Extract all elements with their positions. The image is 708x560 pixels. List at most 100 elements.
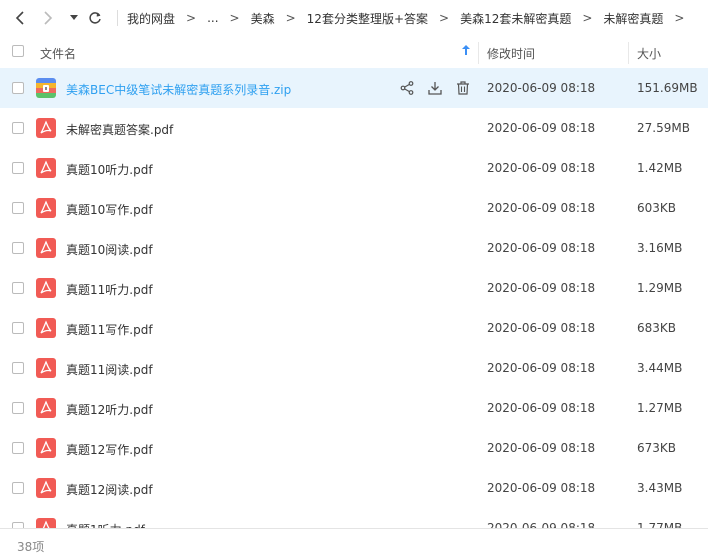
- file-name[interactable]: 美森BEC中级笔试未解密真题系列录音.zip: [66, 81, 291, 98]
- row-checkbox[interactable]: [12, 362, 24, 374]
- file-name[interactable]: 真题12听力.pdf: [66, 401, 153, 418]
- share-icon[interactable]: [398, 79, 416, 97]
- file-modified-date: 2020-06-09 08:18: [487, 201, 596, 215]
- file-modified-date: 2020-06-09 08:18: [487, 121, 596, 135]
- file-name[interactable]: 真题11写作.pdf: [66, 321, 153, 338]
- column-header-modified[interactable]: 修改时间: [487, 45, 535, 62]
- breadcrumb-item[interactable]: 我的网盘: [127, 10, 175, 27]
- item-count: 38项: [17, 540, 45, 554]
- pdf-file-icon: [36, 478, 56, 498]
- pdf-file-icon: [36, 398, 56, 418]
- file-size: 673KB: [637, 441, 677, 455]
- file-name[interactable]: 真题11听力.pdf: [66, 281, 153, 298]
- row-actions: [398, 79, 482, 97]
- file-size: 603KB: [637, 201, 677, 215]
- file-name[interactable]: 真题10写作.pdf: [66, 201, 153, 218]
- file-row[interactable]: 美森BEC中级笔试未解密真题系列录音.zip 2020-06-09 08:18 …: [0, 68, 708, 108]
- file-modified-date: 2020-06-09 08:18: [487, 241, 596, 255]
- file-modified-date: 2020-06-09 08:18: [487, 401, 596, 415]
- file-name[interactable]: 真题10听力.pdf: [66, 161, 153, 178]
- row-checkbox[interactable]: [12, 282, 24, 294]
- pdf-file-icon: [36, 358, 56, 378]
- file-list: 美森BEC中级笔试未解密真题系列录音.zip 2020-06-09 08:18 …: [0, 68, 708, 528]
- column-header-name[interactable]: 文件名: [40, 45, 76, 62]
- chevron-right-icon[interactable]: >: [674, 11, 684, 25]
- chevron-right-icon: >: [439, 11, 450, 25]
- breadcrumb: 我的网盘 > ... > 美森 > 12套分类整理版+答案 > 美森12套未解密…: [117, 0, 695, 36]
- file-size: 1.27MB: [637, 401, 683, 415]
- chevron-right-icon: >: [582, 11, 593, 25]
- forward-icon[interactable]: [40, 8, 56, 28]
- file-size: 151.69MB: [637, 81, 698, 95]
- file-modified-date: 2020-06-09 08:18: [487, 441, 596, 455]
- breadcrumb-item[interactable]: 12套分类整理版+答案: [307, 10, 428, 27]
- chevron-right-icon: >: [285, 11, 296, 25]
- column-divider: [478, 42, 479, 64]
- file-size: 1.42MB: [637, 161, 683, 175]
- breadcrumb-item[interactable]: 美森12套未解密真题: [460, 10, 571, 27]
- row-checkbox[interactable]: [12, 322, 24, 334]
- row-checkbox[interactable]: [12, 122, 24, 134]
- refresh-icon[interactable]: [86, 8, 104, 28]
- pdf-file-icon: [36, 198, 56, 218]
- file-list-header: 文件名 修改时间 大小: [0, 36, 708, 68]
- pdf-file-icon: [36, 438, 56, 458]
- file-size: 3.43MB: [637, 481, 683, 495]
- delete-icon[interactable]: [454, 79, 472, 97]
- file-row[interactable]: 真题1听力.pdf 2020-06-09 08:18 1.77MB: [0, 508, 708, 528]
- pdf-file-icon: [36, 118, 56, 138]
- file-row[interactable]: 真题10听力.pdf 2020-06-09 08:18 1.42MB: [0, 148, 708, 188]
- file-row[interactable]: 真题12写作.pdf 2020-06-09 08:18 673KB: [0, 428, 708, 468]
- pdf-file-icon: [36, 238, 56, 258]
- pdf-file-icon: [36, 518, 56, 528]
- row-checkbox[interactable]: [12, 482, 24, 494]
- pdf-file-icon: [36, 278, 56, 298]
- row-checkbox[interactable]: [12, 442, 24, 454]
- navigation-bar: 我的网盘 > ... > 美森 > 12套分类整理版+答案 > 美森12套未解密…: [0, 0, 708, 36]
- row-checkbox[interactable]: [12, 402, 24, 414]
- file-modified-date: 2020-06-09 08:18: [487, 321, 596, 335]
- file-modified-date: 2020-06-09 08:18: [487, 481, 596, 495]
- history-dropdown-icon[interactable]: [67, 8, 81, 28]
- pdf-file-icon: [36, 158, 56, 178]
- download-icon[interactable]: [426, 79, 444, 97]
- file-row[interactable]: 真题12听力.pdf 2020-06-09 08:18 1.27MB: [0, 388, 708, 428]
- file-name[interactable]: 真题12阅读.pdf: [66, 481, 153, 498]
- select-all-checkbox[interactable]: [12, 45, 24, 57]
- column-header-size[interactable]: 大小: [637, 45, 661, 62]
- file-size: 3.16MB: [637, 241, 683, 255]
- row-checkbox[interactable]: [12, 82, 24, 94]
- row-checkbox[interactable]: [12, 202, 24, 214]
- file-modified-date: 2020-06-09 08:18: [487, 81, 596, 95]
- file-modified-date: 2020-06-09 08:18: [487, 281, 596, 295]
- breadcrumb-item[interactable]: 未解密真题: [603, 10, 663, 27]
- file-name[interactable]: 真题11阅读.pdf: [66, 361, 153, 378]
- column-divider: [628, 42, 629, 64]
- file-name[interactable]: 真题12写作.pdf: [66, 441, 153, 458]
- zip-file-icon: [36, 78, 56, 98]
- file-row[interactable]: 真题11写作.pdf 2020-06-09 08:18 683KB: [0, 308, 708, 348]
- row-checkbox[interactable]: [12, 162, 24, 174]
- pdf-file-icon: [36, 318, 56, 338]
- file-modified-date: 2020-06-09 08:18: [487, 521, 596, 528]
- sort-ascending-icon[interactable]: [462, 45, 470, 58]
- row-checkbox[interactable]: [12, 242, 24, 254]
- file-size: 1.29MB: [637, 281, 683, 295]
- file-size: 27.59MB: [637, 121, 690, 135]
- file-row[interactable]: 未解密真题答案.pdf 2020-06-09 08:18 27.59MB: [0, 108, 708, 148]
- breadcrumb-item[interactable]: ...: [207, 11, 218, 25]
- file-row[interactable]: 真题10阅读.pdf 2020-06-09 08:18 3.16MB: [0, 228, 708, 268]
- breadcrumb-item[interactable]: 美森: [251, 10, 275, 27]
- back-icon[interactable]: [12, 8, 28, 28]
- file-size: 3.44MB: [637, 361, 683, 375]
- file-name[interactable]: 真题10阅读.pdf: [66, 241, 153, 258]
- file-name[interactable]: 未解密真题答案.pdf: [66, 121, 173, 138]
- file-row[interactable]: 真题12阅读.pdf 2020-06-09 08:18 3.43MB: [0, 468, 708, 508]
- status-bar: 38项: [0, 528, 708, 560]
- chevron-right-icon: >: [186, 11, 197, 25]
- file-row[interactable]: 真题11听力.pdf 2020-06-09 08:18 1.29MB: [0, 268, 708, 308]
- file-name[interactable]: 真题1听力.pdf: [66, 521, 145, 528]
- file-row[interactable]: 真题11阅读.pdf 2020-06-09 08:18 3.44MB: [0, 348, 708, 388]
- file-modified-date: 2020-06-09 08:18: [487, 361, 596, 375]
- file-row[interactable]: 真题10写作.pdf 2020-06-09 08:18 603KB: [0, 188, 708, 228]
